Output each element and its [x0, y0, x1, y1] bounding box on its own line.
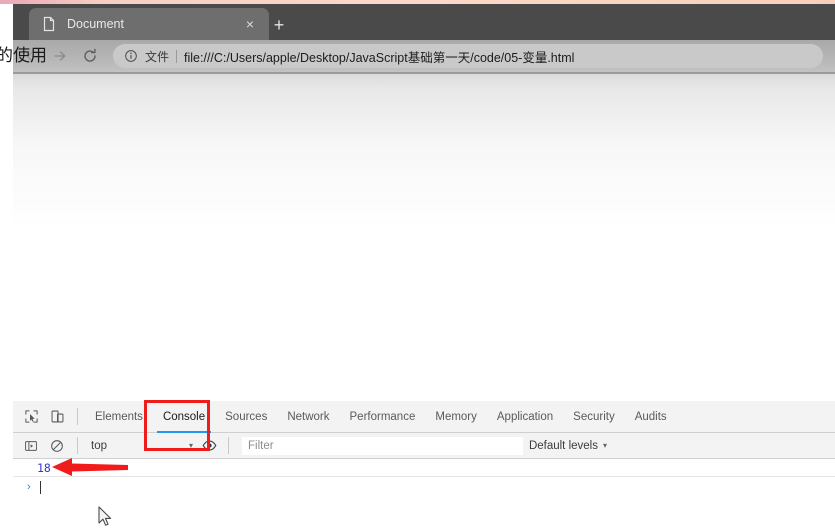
prompt-chevron-icon: › — [27, 481, 31, 493]
browser-tab-title: Document — [67, 17, 124, 31]
console-sidebar-icon[interactable] — [18, 433, 44, 459]
devtools-tab-console[interactable]: Console — [153, 401, 215, 433]
close-icon[interactable]: × — [239, 13, 261, 35]
console-output-area[interactable]: 18 › — [13, 459, 835, 529]
execution-context-value: top — [91, 439, 107, 452]
reload-icon[interactable] — [75, 42, 105, 70]
device-toolbar-icon[interactable] — [44, 404, 70, 430]
console-filter-input[interactable] — [242, 436, 523, 455]
browser-window-screenshot: Document × + 文件 file:///C:/Users/apple/D… — [0, 0, 835, 529]
console-prompt-row[interactable]: › — [13, 477, 835, 497]
filterbar-divider-2 — [228, 437, 229, 454]
omnibox-divider — [176, 49, 178, 63]
browser-tab[interactable]: Document × — [29, 8, 269, 40]
url-scheme-label: 文件 — [145, 49, 170, 64]
devtools-tab-application[interactable]: Application — [487, 401, 563, 433]
page-viewport — [13, 72, 835, 401]
console-message-row[interactable]: 18 — [13, 459, 835, 477]
clear-console-icon[interactable] — [44, 433, 70, 459]
execution-context-select[interactable]: top ▾ — [85, 436, 197, 456]
arrow-right-icon[interactable] — [45, 42, 75, 70]
log-levels-label: Default levels — [528, 439, 598, 452]
left-edge-overlay-text: 的使用 — [0, 46, 47, 66]
browser-navigation-bar: 文件 file:///C:/Users/apple/Desktop/JavaSc… — [13, 40, 835, 72]
chevron-down-icon: ▾ — [188, 441, 193, 450]
devtools-tab-elements[interactable]: Elements — [85, 401, 153, 433]
console-filter-bar: top ▾ Default levels ▾ — [13, 433, 835, 459]
devtools-tab-network[interactable]: Network — [277, 401, 339, 433]
inspect-element-icon[interactable] — [18, 404, 44, 430]
toolbar-divider — [77, 408, 78, 425]
filterbar-divider — [77, 437, 78, 454]
devtools-tab-security[interactable]: Security — [563, 401, 625, 433]
devtools-tab-performance[interactable]: Performance — [340, 401, 426, 433]
page-document-icon — [41, 16, 57, 32]
devtools-panel: Elements Console Sources Network Perform… — [13, 401, 835, 529]
eye-icon[interactable] — [197, 435, 221, 457]
console-text-caret — [39, 480, 41, 494]
browser-tab-strip: Document × + — [13, 4, 835, 40]
devtools-tab-memory[interactable]: Memory — [425, 401, 487, 433]
console-message-value: 18 — [37, 460, 51, 475]
devtools-tab-audits[interactable]: Audits — [625, 401, 677, 433]
devtools-tab-bar: Elements Console Sources Network Perform… — [13, 401, 835, 433]
address-bar-url: file:///C:/Users/apple/Desktop/JavaScrip… — [184, 50, 575, 65]
console-log-levels-select[interactable]: Default levels ▾ — [529, 440, 607, 452]
devtools-tab-sources[interactable]: Sources — [215, 401, 277, 433]
viewport-top-border — [13, 72, 835, 74]
new-tab-button[interactable]: + — [265, 12, 293, 38]
chevron-down-icon: ▾ — [602, 441, 607, 450]
address-bar[interactable]: 文件 file:///C:/Users/apple/Desktop/JavaSc… — [113, 44, 823, 68]
info-circle-icon[interactable] — [123, 49, 138, 64]
